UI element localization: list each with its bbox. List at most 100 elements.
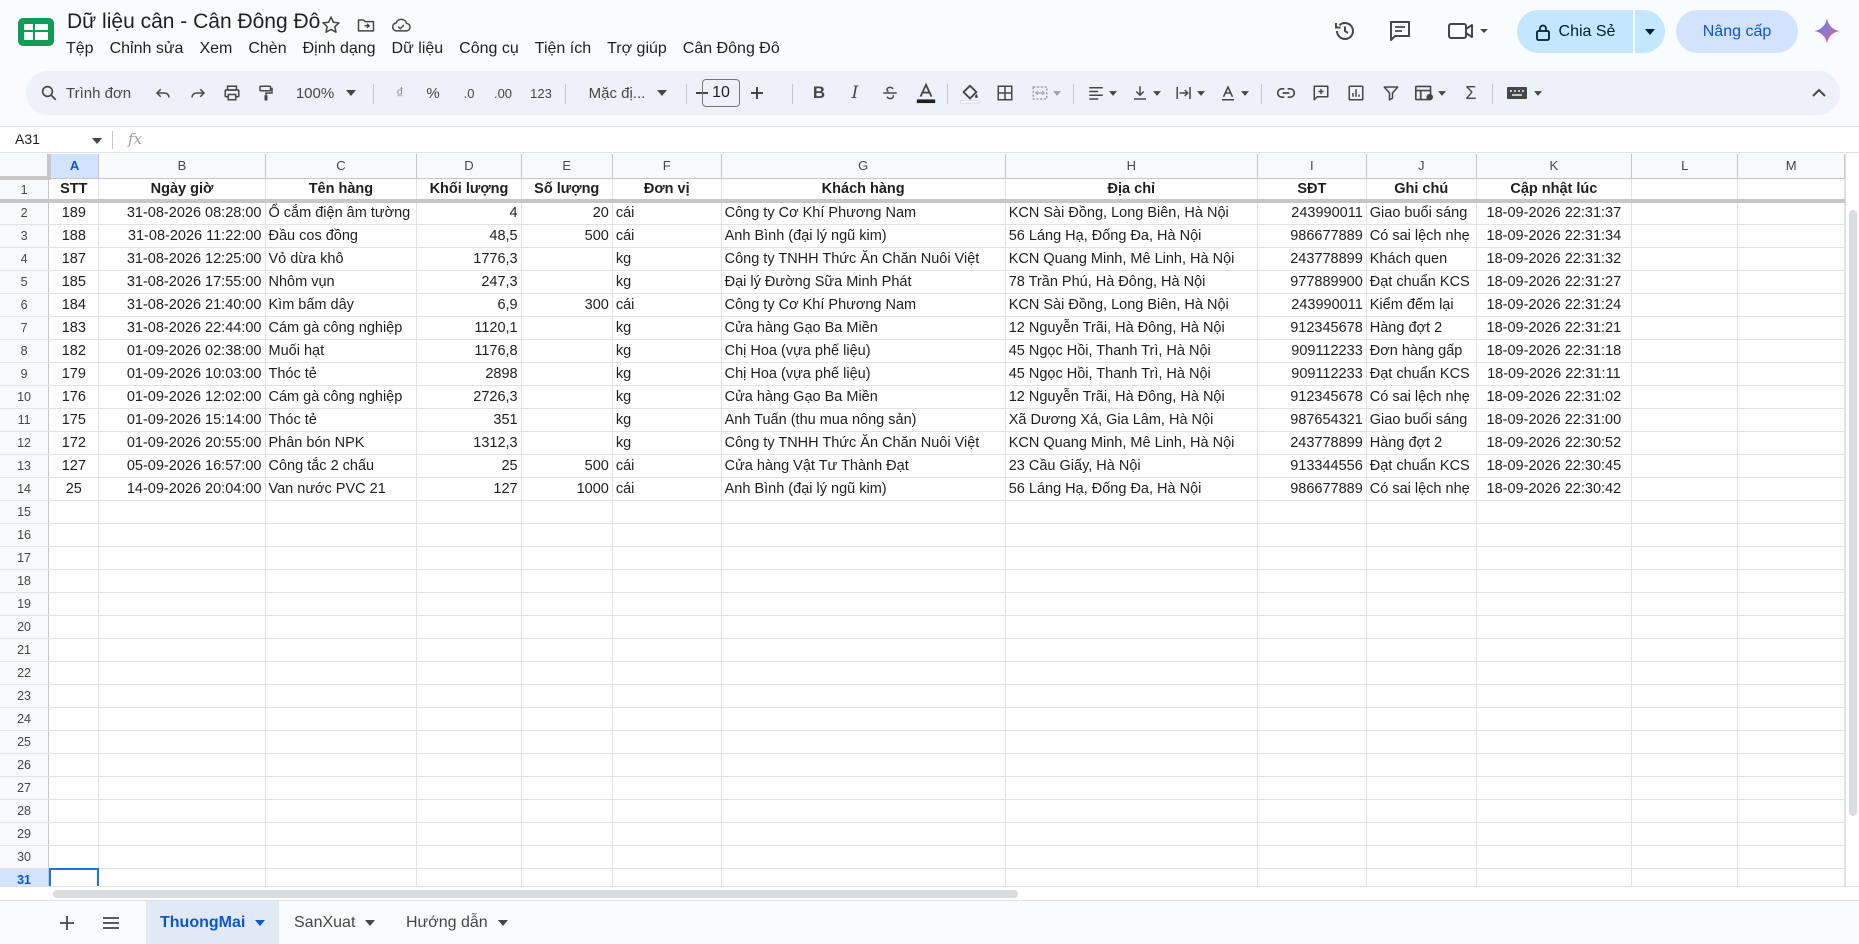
row-header[interactable]: 12 (0, 431, 50, 455)
empty-cell[interactable] (416, 730, 522, 754)
cell[interactable]: 20 (521, 201, 613, 225)
empty-cell[interactable] (1476, 753, 1633, 777)
cell[interactable]: 176 (48, 385, 100, 409)
empty-cell[interactable] (721, 638, 1006, 662)
empty-cell[interactable] (1737, 868, 1845, 886)
cell[interactable]: 18-09-2026 22:31:02 (1476, 385, 1633, 409)
row-header[interactable]: 24 (0, 707, 50, 731)
empty-cell[interactable] (1366, 592, 1477, 616)
cell[interactable]: Công ty TNHH Thức Ăn Chăn Nuôi Việt (721, 431, 1006, 455)
merge-cells-icon[interactable] (1026, 71, 1066, 115)
row-header[interactable]: 18 (0, 569, 50, 593)
empty-cell[interactable] (1257, 615, 1367, 639)
empty-cell[interactable] (1005, 776, 1258, 800)
empty-cell[interactable] (612, 569, 722, 593)
empty-cell[interactable] (1366, 500, 1477, 524)
empty-cell[interactable] (265, 730, 418, 754)
empty-cell[interactable] (1257, 500, 1367, 524)
cell[interactable]: Đạt chuẩn KCS (1366, 454, 1477, 478)
empty-cell[interactable] (1005, 592, 1258, 616)
empty-cell[interactable] (1476, 707, 1633, 731)
cell[interactable]: Công ty Cơ Khí Phương Nam (721, 293, 1006, 317)
menu-insert[interactable]: Chèn (240, 38, 294, 60)
row-header[interactable]: 11 (0, 408, 50, 432)
column-title-cell[interactable]: Ghi chú (1366, 178, 1477, 203)
empty-cell[interactable] (521, 753, 613, 777)
cell[interactable]: kg (612, 339, 722, 363)
empty-cell[interactable] (1366, 569, 1477, 593)
empty-cell[interactable] (1257, 822, 1367, 846)
empty-cell[interactable] (48, 615, 100, 639)
font-size-input[interactable]: 10 (702, 79, 740, 107)
column-title-cell[interactable]: SĐT (1257, 178, 1367, 203)
cell[interactable]: 6,9 (416, 293, 522, 317)
empty-cell[interactable] (98, 569, 266, 593)
empty-cell[interactable] (612, 592, 722, 616)
history-icon[interactable] (1329, 15, 1361, 47)
empty-cell[interactable] (1476, 684, 1633, 708)
empty-cell[interactable] (1476, 730, 1633, 754)
cell[interactable]: Công ty Cơ Khí Phương Nam (721, 201, 1006, 225)
gemini-icon[interactable] (1812, 16, 1842, 46)
cell[interactable]: Anh Bình (đại lý ngũ kim) (721, 477, 1006, 501)
cell[interactable]: 56 Láng Hạ, Đống Đa, Hà Nội (1005, 477, 1258, 501)
cell[interactable]: 127 (416, 477, 522, 501)
empty-cell[interactable] (265, 615, 418, 639)
cell[interactable]: 18-09-2026 22:31:21 (1476, 316, 1633, 340)
cell[interactable]: Thóc tẻ (265, 408, 418, 432)
cell[interactable] (521, 270, 613, 294)
empty-cell[interactable] (721, 661, 1006, 685)
empty-cell[interactable] (48, 799, 100, 823)
cell[interactable]: 184 (48, 293, 100, 317)
empty-cell[interactable] (521, 615, 613, 639)
cell[interactable]: Anh Tuấn (thu mua nông sản) (721, 408, 1006, 432)
undo-icon[interactable] (148, 71, 178, 115)
empty-cell[interactable] (721, 684, 1006, 708)
cloud-saved-icon[interactable] (388, 12, 414, 38)
spreadsheet-grid[interactable]: ABCDEFGHIJKLM 1 STT Ngày giờ Tên hàng Khối l… (0, 154, 1845, 886)
cell[interactable]: Chị Hoa (vựa phế liệu) (721, 339, 1006, 363)
empty-cell[interactable] (1631, 638, 1739, 662)
comment-icon[interactable] (1384, 15, 1416, 47)
cell[interactable]: 909112233 (1257, 339, 1367, 363)
empty-cell[interactable] (265, 523, 418, 547)
cell[interactable]: Nhôm vụn (265, 270, 418, 294)
empty-cell[interactable] (521, 569, 613, 593)
cell[interactable] (1631, 201, 1739, 225)
empty-cell[interactable] (98, 615, 266, 639)
empty-cell[interactable] (265, 753, 418, 777)
row-header[interactable]: 4 (0, 247, 50, 271)
column-header-j[interactable]: J (1366, 154, 1477, 179)
empty-cell[interactable] (1737, 615, 1845, 639)
empty-cell[interactable] (1476, 615, 1633, 639)
horizontal-align-icon[interactable] (1082, 71, 1122, 115)
empty-cell[interactable] (416, 707, 522, 731)
cell[interactable]: kg (612, 385, 722, 409)
menu-help[interactable]: Trợ giúp (599, 38, 675, 60)
cell[interactable] (1631, 247, 1739, 271)
insert-link-icon[interactable] (1271, 71, 1301, 115)
empty-cell[interactable] (1366, 523, 1477, 547)
column-header-m[interactable]: M (1737, 154, 1845, 179)
column-title-cell[interactable]: Đơn vị (612, 178, 722, 203)
cell[interactable] (1737, 247, 1845, 271)
horizontal-scroll-thumb[interactable] (53, 890, 1018, 898)
column-header-a[interactable]: A (48, 154, 100, 179)
empty-cell[interactable] (1005, 661, 1258, 685)
empty-cell[interactable] (1366, 684, 1477, 708)
menu-edit[interactable]: Chỉnh sửa (102, 38, 192, 60)
empty-cell[interactable] (416, 776, 522, 800)
empty-cell[interactable] (1366, 615, 1477, 639)
empty-cell[interactable] (612, 523, 722, 547)
empty-cell[interactable] (1257, 523, 1367, 547)
cell[interactable]: 987654321 (1257, 408, 1367, 432)
empty-cell[interactable] (521, 684, 613, 708)
empty-cell[interactable] (1257, 684, 1367, 708)
cell[interactable]: 500 (521, 454, 613, 478)
row-header[interactable]: 22 (0, 661, 50, 685)
functions-icon[interactable]: Σ (1456, 71, 1486, 115)
cell[interactable]: kg (612, 431, 722, 455)
empty-cell[interactable] (1631, 776, 1739, 800)
empty-cell[interactable] (521, 592, 613, 616)
column-header-h[interactable]: H (1005, 154, 1258, 179)
